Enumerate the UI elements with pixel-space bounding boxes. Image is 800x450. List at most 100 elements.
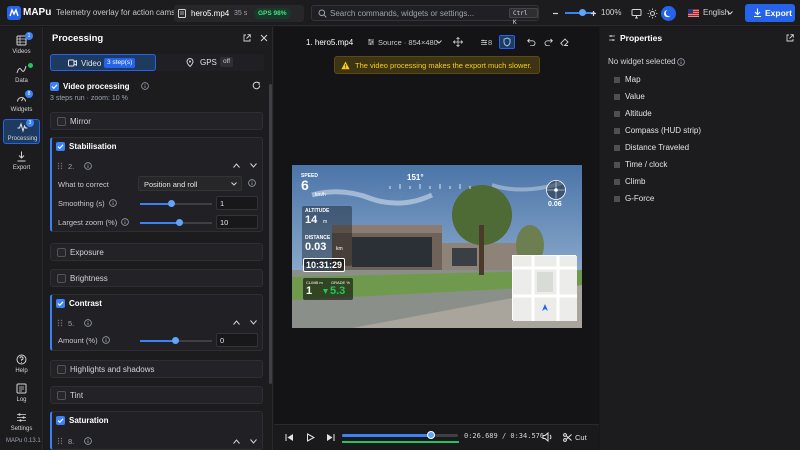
- volume-icon[interactable]: [542, 432, 553, 442]
- drag-handle-icon[interactable]: [57, 162, 63, 170]
- popout-icon[interactable]: [786, 34, 794, 42]
- compass-hud-strip[interactable]: 151°: [385, 173, 475, 189]
- refresh-icon[interactable]: [252, 81, 261, 90]
- info-icon[interactable]: [121, 218, 129, 226]
- largest-zoom-input[interactable]: 10: [216, 215, 258, 229]
- sidebar-item-log[interactable]: Log: [3, 381, 40, 406]
- step-mirror[interactable]: Mirror: [50, 112, 263, 130]
- safe-area-toggle[interactable]: [499, 35, 515, 49]
- amount-input[interactable]: 0: [216, 333, 258, 347]
- map-tiles: [513, 256, 577, 321]
- video-processing-checkbox[interactable]: [50, 82, 59, 91]
- sidebar-item-widgets[interactable]: 8 Widgets: [3, 90, 40, 116]
- undo-icon[interactable]: [527, 38, 536, 46]
- move-down-icon[interactable]: [250, 320, 257, 325]
- eraser-icon[interactable]: [560, 38, 569, 46]
- zoom-out-icon[interactable]: [550, 8, 561, 19]
- step-brightness[interactable]: Brightness: [50, 269, 263, 287]
- move-up-icon[interactable]: [233, 439, 240, 444]
- tab-gps[interactable]: GPS off: [158, 54, 264, 71]
- command-search[interactable]: Search commands, widgets or settings... …: [311, 5, 539, 26]
- drag-handle-icon[interactable]: [57, 437, 63, 445]
- sidebar-item-videos[interactable]: 1 Videos: [3, 32, 40, 58]
- close-icon[interactable]: [260, 34, 268, 42]
- sidebar-item-help[interactable]: Help: [3, 352, 40, 377]
- speed-widget[interactable]: SPEED 6 km/h: [301, 173, 326, 198]
- drag-handle-icon[interactable]: [57, 319, 63, 327]
- processing-tabs: Video 3 step(s) GPS off: [50, 54, 264, 71]
- source-select[interactable]: Source · 854×480: [378, 38, 438, 47]
- gforce-widget[interactable]: 0.06: [545, 179, 567, 208]
- amount-slider[interactable]: [140, 337, 212, 344]
- timeline-scrubber[interactable]: [342, 431, 458, 439]
- info-icon[interactable]: [84, 162, 92, 170]
- panel-scrollbar[interactable]: [269, 84, 272, 384]
- monitor-icon[interactable]: [631, 8, 642, 19]
- what-to-correct-select[interactable]: Position and roll: [138, 176, 242, 191]
- highlights-checkbox[interactable]: [57, 365, 66, 374]
- sun-icon[interactable]: [647, 8, 658, 19]
- slider-knob[interactable]: [168, 200, 176, 207]
- dark-mode-toggle[interactable]: [661, 6, 676, 21]
- slider-knob[interactable]: [175, 219, 183, 226]
- step-header[interactable]: Stabilisation: [52, 138, 263, 156]
- stats-widget[interactable]: ALTITUDE 14 m DISTANCE 0.03 km: [302, 206, 352, 266]
- tab-video[interactable]: Video 3 step(s): [50, 54, 156, 71]
- cut-button[interactable]: Cut: [563, 431, 590, 444]
- info-icon[interactable]: [109, 199, 117, 207]
- move-up-icon[interactable]: [233, 320, 240, 325]
- stabilisation-checkbox[interactable]: [56, 142, 65, 151]
- data-ready-indicator: [28, 63, 33, 68]
- language-select[interactable]: English: [703, 8, 729, 17]
- zoom-slider-knob[interactable]: [579, 9, 586, 16]
- move-down-icon[interactable]: [250, 163, 257, 168]
- slider-knob[interactable]: [172, 337, 179, 344]
- video-frame[interactable]: SPEED 6 km/h ALTITUDE 14 m DISTANCE 0.03…: [292, 165, 582, 328]
- step-exposure[interactable]: Exposure: [50, 243, 263, 261]
- info-icon[interactable]: [141, 82, 149, 90]
- zoom-in-icon[interactable]: [588, 8, 599, 19]
- clock-widget[interactable]: 10:31:29: [303, 258, 345, 272]
- play-icon[interactable]: [306, 433, 315, 442]
- exposure-checkbox[interactable]: [57, 248, 66, 257]
- saturation-checkbox[interactable]: [56, 416, 65, 425]
- mirror-checkbox[interactable]: [57, 117, 66, 126]
- info-icon[interactable]: [84, 319, 92, 327]
- sidebar-item-settings[interactable]: Settings: [3, 410, 40, 435]
- climb-grade-widget[interactable]: CLIMB m 1 GRADE % 5.3: [303, 278, 353, 300]
- smoothing-input[interactable]: 1: [216, 196, 258, 210]
- info-icon[interactable]: [84, 437, 92, 445]
- step-tint[interactable]: Tint: [50, 386, 263, 404]
- info-icon[interactable]: [248, 179, 256, 187]
- move-icon[interactable]: [453, 37, 463, 47]
- step-header[interactable]: Saturation: [52, 412, 263, 430]
- contrast-checkbox[interactable]: [56, 299, 65, 308]
- info-icon[interactable]: [102, 336, 110, 344]
- redo-icon[interactable]: [544, 38, 553, 46]
- skip-back-icon[interactable]: [285, 433, 294, 442]
- move-up-icon[interactable]: [233, 163, 240, 168]
- brightness-checkbox[interactable]: [57, 274, 66, 283]
- step-header[interactable]: Contrast: [52, 295, 263, 313]
- widget-count: 8: [488, 38, 493, 47]
- timeline-playhead[interactable]: [427, 431, 436, 439]
- tint-checkbox[interactable]: [57, 391, 66, 400]
- skip-forward-icon[interactable]: [326, 433, 335, 442]
- smoothing-slider[interactable]: [140, 200, 212, 207]
- move-down-icon[interactable]: [250, 439, 257, 444]
- location-pin-icon: [186, 58, 194, 67]
- altitude-unit: m: [323, 219, 328, 225]
- tab-gps-badge: off: [220, 57, 234, 67]
- sidebar-item-data[interactable]: Data: [3, 62, 40, 87]
- sidebar-item-processing[interactable]: 3 Processing: [3, 119, 40, 144]
- step-highlights-shadows[interactable]: Highlights and shadows: [50, 360, 263, 378]
- sidebar-item-export[interactable]: Export: [3, 149, 40, 174]
- current-file-chip[interactable]: hero5.mp4 35 s GPS 98%: [174, 5, 304, 22]
- export-button[interactable]: Export: [745, 4, 795, 22]
- popout-icon[interactable]: [243, 34, 251, 42]
- download-icon: [16, 151, 27, 162]
- largest-zoom-slider[interactable]: [140, 219, 212, 226]
- map-widget[interactable]: [512, 255, 577, 321]
- file-name: hero5.mp4: [191, 9, 230, 18]
- info-icon[interactable]: [677, 58, 685, 66]
